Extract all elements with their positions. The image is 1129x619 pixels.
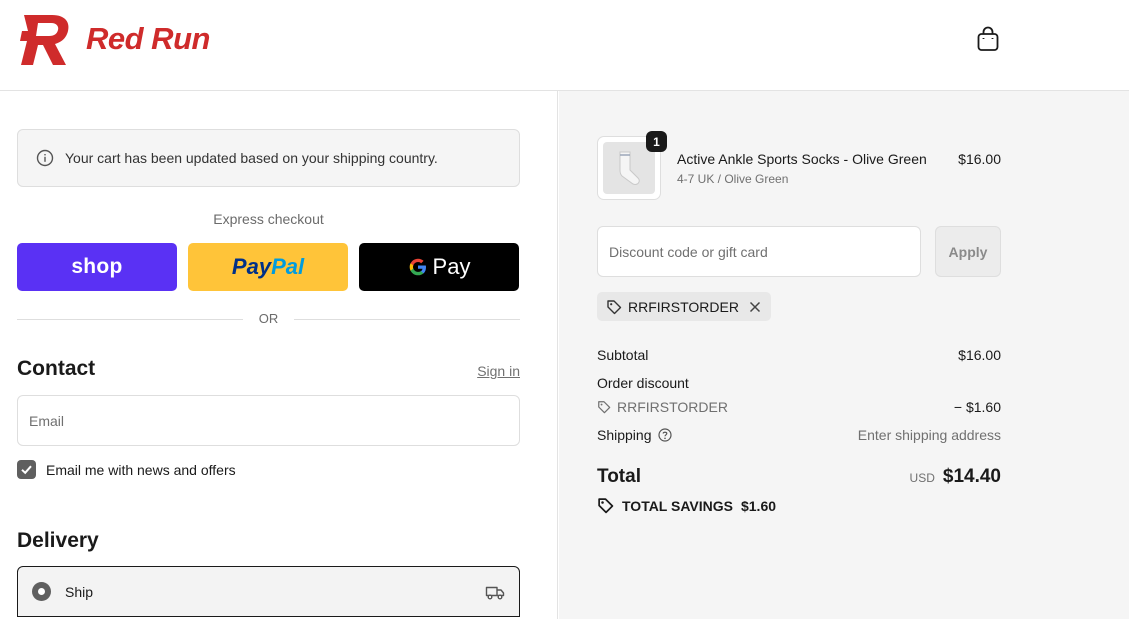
checkmark-icon bbox=[21, 465, 32, 475]
newsletter-label: Email me with news and offers bbox=[46, 461, 236, 478]
express-checkout-label: Express checkout bbox=[213, 211, 324, 227]
ship-option[interactable]: Ship bbox=[17, 566, 520, 617]
or-divider: OR bbox=[17, 310, 520, 328]
checkout-form: Your cart has been updated based on your… bbox=[0, 91, 558, 619]
shopping-bag-icon[interactable] bbox=[976, 26, 1000, 52]
shipping-label: Shipping bbox=[597, 427, 652, 443]
divider-line-right bbox=[294, 319, 520, 320]
order-summary: 1 Active Ankle Sports Socks - Olive Gree… bbox=[559, 91, 1129, 619]
tag-icon bbox=[598, 498, 614, 514]
sign-in-link[interactable]: Sign in bbox=[470, 363, 520, 379]
cart-updated-notice: Your cart has been updated based on your… bbox=[17, 129, 520, 187]
product-variant: 4-7 UK / Olive Green bbox=[677, 172, 789, 186]
truck-icon bbox=[485, 586, 505, 600]
product-price: $16.00 bbox=[958, 151, 1001, 167]
currency-code: USD bbox=[909, 471, 935, 485]
savings-amount: $1.60 bbox=[740, 497, 777, 514]
shipping-value: Enter shipping address bbox=[857, 427, 1001, 443]
subtotal-row: Subtotal $16.00 bbox=[597, 347, 1001, 363]
applied-code-text: RRFIRSTORDER bbox=[628, 298, 739, 315]
tag-icon bbox=[598, 401, 611, 414]
total-amount: $14.40 bbox=[942, 466, 1001, 487]
savings-label: TOTAL SAVINGS bbox=[622, 497, 733, 514]
paypal-label-part2: Pal bbox=[271, 254, 305, 279]
red-run-logo-icon bbox=[20, 15, 69, 65]
total-label: Total bbox=[597, 466, 641, 487]
total-savings: TOTAL SAVINGS $1.60 bbox=[597, 497, 776, 514]
quantity-badge: 1 bbox=[646, 131, 667, 152]
email-field[interactable] bbox=[17, 395, 520, 446]
google-g-icon bbox=[409, 258, 426, 276]
newsletter-checkbox[interactable] bbox=[17, 460, 36, 479]
order-discount-row: Order discount bbox=[597, 375, 1001, 391]
notice-text: Your cart has been updated based on your… bbox=[65, 150, 438, 166]
newsletter-checkbox-row[interactable]: Email me with news and offers bbox=[17, 460, 236, 479]
shipping-row: Shipping Enter shipping address bbox=[597, 427, 1001, 443]
remove-code-icon[interactable] bbox=[749, 301, 761, 313]
logo[interactable]: Red Run bbox=[16, 9, 210, 69]
paypal-label-part1: Pay bbox=[231, 254, 272, 279]
shop-pay-button[interactable]: shop bbox=[17, 243, 177, 291]
header: Red Run bbox=[0, 0, 1129, 91]
shop-pay-label: shop bbox=[71, 255, 123, 278]
apply-button[interactable]: Apply bbox=[935, 226, 1001, 277]
discount-code-input[interactable] bbox=[597, 226, 921, 277]
product-name: Active Ankle Sports Socks - Olive Green bbox=[677, 151, 927, 167]
discount-value: − $1.60 bbox=[953, 399, 1001, 415]
discount-code-label: RRFIRSTORDER bbox=[617, 399, 728, 415]
ship-radio[interactable] bbox=[32, 582, 51, 601]
order-discount-label: Order discount bbox=[597, 375, 689, 391]
help-icon[interactable] bbox=[657, 428, 672, 442]
info-icon bbox=[36, 149, 54, 167]
contact-heading: Contact bbox=[17, 357, 96, 380]
brand-name: Red Run bbox=[86, 21, 210, 56]
delivery-heading: Delivery bbox=[17, 529, 99, 552]
tag-icon bbox=[607, 299, 622, 314]
google-pay-button[interactable]: Pay bbox=[359, 243, 519, 291]
sock-icon bbox=[619, 151, 640, 185]
discount-code-row: RRFIRSTORDER − $1.60 bbox=[597, 399, 1001, 415]
paypal-button[interactable]: Pay Pal bbox=[188, 243, 348, 291]
subtotal-label: Subtotal bbox=[597, 347, 649, 363]
total-value: USD $14.40 bbox=[910, 466, 1001, 488]
applied-code-chip: RRFIRSTORDER bbox=[597, 292, 771, 321]
google-pay-label: Pay bbox=[432, 254, 471, 279]
subtotal-value: $16.00 bbox=[958, 347, 1001, 363]
ship-label: Ship bbox=[65, 583, 94, 600]
